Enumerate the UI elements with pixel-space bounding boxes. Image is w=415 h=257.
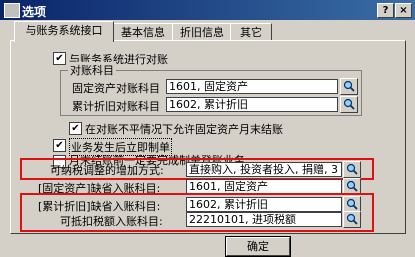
increase-method-field[interactable]: 直接购入, 投资者投入, 捐赠, 3 <box>186 162 342 177</box>
fixed-asset-account-label: 固定资产对账科目 <box>72 82 160 95</box>
tax-deductible-search-button[interactable] <box>343 211 361 228</box>
fixed-asset-default-field[interactable]: 1601, 固定资产 <box>186 179 342 194</box>
app-icon <box>4 3 20 18</box>
search-icon <box>346 180 358 192</box>
depreciation-account-label: 累计折旧对账科目 <box>72 100 160 113</box>
close-button[interactable]: × <box>395 3 412 18</box>
allow-close-checkbox[interactable]: ✔ <box>69 122 82 135</box>
fixed-asset-account-field[interactable]: 1601, 固定资产 <box>166 79 338 94</box>
tab-basic-info[interactable]: 基本信息 <box>112 23 174 41</box>
tab-account-interface[interactable]: 与账务系统接口 <box>14 21 114 42</box>
depreciation-default-field[interactable]: 1602, 累计折旧 <box>186 197 342 212</box>
ok-button[interactable]: 确定 <box>225 236 291 257</box>
depreciation-default-label: [累计折旧]缺省入账科目: <box>38 200 161 213</box>
business-voucher-checkbox[interactable]: ✔ <box>53 139 66 152</box>
search-icon <box>346 198 358 210</box>
tab-depreciation-info[interactable]: 折旧信息 <box>172 23 232 41</box>
tax-deductible-field[interactable]: 22210101, 进项税额 <box>186 212 342 227</box>
title-bar: 选项 ? × <box>0 0 415 20</box>
tab-other[interactable]: 其它 <box>230 23 272 41</box>
reconcile-checkbox[interactable]: ✔ <box>53 52 66 65</box>
account-group-title: 对账科目 <box>68 62 116 78</box>
tax-deductible-label: 可抵扣税额入账科目: <box>60 215 163 228</box>
search-icon <box>343 98 355 110</box>
window-title: 选项 <box>22 5 47 19</box>
search-icon <box>343 80 355 92</box>
allow-close-label: 在对账不平情况下允许固定资产月末结账 <box>85 123 283 136</box>
search-icon <box>346 163 358 175</box>
depreciation-account-field[interactable]: 1602, 累计折旧 <box>166 97 338 112</box>
increase-method-search-button[interactable] <box>343 161 361 178</box>
help-button[interactable]: ? <box>377 3 394 18</box>
fixed-asset-search-button[interactable] <box>340 78 358 95</box>
depreciation-search-button[interactable] <box>340 96 358 113</box>
search-icon <box>346 213 358 225</box>
increase-method-label: 可纳税调整的增加方式: <box>50 164 164 177</box>
